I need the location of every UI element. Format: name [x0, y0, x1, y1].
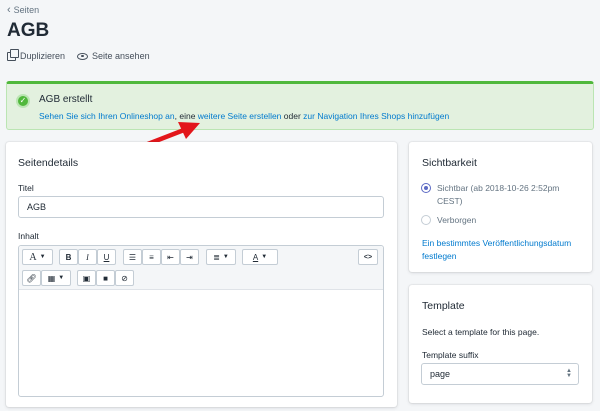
- page-title: AGB: [7, 20, 50, 41]
- video-icon: ■: [103, 273, 108, 283]
- duplicate-label: Duplizieren: [20, 51, 66, 61]
- outdent-button[interactable]: ⇤: [161, 249, 180, 265]
- banner-text: Sehen Sie sich Ihren Onlineshop an, eine…: [39, 111, 449, 121]
- visible-option[interactable]: Sichtbar (ab 2018-10-26 2:52pm CEST): [421, 182, 581, 208]
- select-arrows-icon: ▲ ▼: [566, 368, 572, 379]
- clear-format-icon: ⊘: [121, 273, 128, 283]
- visible-option-label: Sichtbar (ab 2018-10-26 2:52pm CEST): [437, 183, 560, 206]
- editor-toolbar: A ▼ B I U ☰ ≡ ⇤ ⇥ ≣ ▼ A ▼ <> 🔗︎ ▦ ▼ ▣ ■ ⊘: [19, 246, 383, 290]
- chevron-left-icon: ‹: [7, 3, 11, 16]
- html-source-button[interactable]: <>: [358, 249, 378, 265]
- caret-down-icon: ▼: [222, 254, 229, 260]
- list-numbered-icon: ≡: [149, 252, 154, 262]
- banner-title: AGB erstellt: [39, 94, 93, 105]
- font-icon: A: [29, 251, 37, 263]
- template-suffix-label: Template suffix: [422, 350, 479, 360]
- banner-separator: oder: [281, 111, 304, 121]
- hidden-option-label: Verborgen: [437, 215, 477, 225]
- bold-button[interactable]: B: [59, 249, 78, 265]
- caret-down-icon: ▼: [39, 254, 46, 260]
- breadcrumb-label: Seiten: [13, 5, 40, 15]
- outdent-icon: ⇤: [167, 252, 174, 262]
- insert-video-button[interactable]: ■: [96, 270, 115, 286]
- insert-table-button[interactable]: ▦ ▼: [41, 270, 71, 286]
- align-button[interactable]: ≣ ▼: [206, 249, 236, 265]
- breadcrumb-back[interactable]: ‹ Seiten: [7, 3, 40, 16]
- indent-button[interactable]: ⇥: [180, 249, 199, 265]
- view-page-button[interactable]: Seite ansehen: [77, 51, 150, 61]
- numbered-list-button[interactable]: ≡: [142, 249, 161, 265]
- content-label: Inhalt: [18, 231, 39, 241]
- duplicate-button[interactable]: Duplizieren: [7, 49, 66, 61]
- checkmark-icon: ✓: [16, 94, 30, 108]
- eye-icon: [77, 52, 89, 60]
- view-page-label: Seite ansehen: [92, 51, 150, 61]
- indent-icon: ⇥: [186, 252, 193, 262]
- code-icon: <>: [363, 253, 373, 261]
- image-icon: ▣: [82, 273, 91, 283]
- visibility-heading: Sichtbarkeit: [422, 157, 477, 169]
- insert-image-button[interactable]: ▣: [77, 270, 96, 286]
- caret-down-icon: ▼: [261, 254, 268, 260]
- set-publish-date-link[interactable]: Ein bestimmtes Veröffentlichungsdatum fe…: [422, 237, 587, 263]
- text-color-icon: A: [252, 252, 259, 262]
- list-bulleted-icon: ☰: [128, 252, 137, 262]
- font-style-button[interactable]: A ▼: [22, 249, 53, 265]
- template-description: Select a template for this page.: [422, 327, 540, 337]
- text-color-button[interactable]: A ▼: [242, 249, 278, 265]
- content-editor[interactable]: A ▼ B I U ☰ ≡ ⇤ ⇥ ≣ ▼ A ▼ <> 🔗︎ ▦ ▼ ▣ ■ ⊘: [18, 245, 384, 397]
- insert-link-button[interactable]: 🔗︎: [22, 270, 41, 286]
- bold-icon: B: [65, 252, 72, 262]
- page-details-heading: Seitendetails: [18, 157, 79, 169]
- template-card: Template Select a template for this page…: [409, 285, 592, 403]
- page-actions: Duplizieren Seite ansehen: [7, 49, 150, 61]
- underline-button[interactable]: U: [97, 249, 116, 265]
- clear-format-button[interactable]: ⊘: [115, 270, 134, 286]
- italic-button[interactable]: I: [78, 249, 97, 265]
- template-suffix-value: page: [430, 369, 451, 379]
- link-icon: 🔗︎: [26, 273, 37, 283]
- title-input-value: AGB: [27, 202, 47, 212]
- title-input[interactable]: AGB: [18, 196, 384, 218]
- caret-down-icon: ▼: [58, 275, 65, 281]
- table-icon: ▦: [47, 273, 56, 283]
- template-suffix-select[interactable]: page ▲ ▼: [421, 363, 579, 385]
- radio-visible[interactable]: [421, 183, 431, 193]
- bullet-list-button[interactable]: ☰: [123, 249, 142, 265]
- visibility-card: Sichtbarkeit Sichtbar (ab 2018-10-26 2:5…: [409, 142, 592, 272]
- hidden-option[interactable]: Verborgen: [421, 214, 476, 227]
- create-page-link[interactable]: weitere Seite erstellen: [198, 111, 282, 121]
- success-banner: ✓ AGB erstellt Sehen Sie sich Ihren Onli…: [6, 81, 594, 130]
- italic-icon: I: [86, 252, 89, 262]
- underline-icon: U: [103, 252, 110, 262]
- template-heading: Template: [422, 300, 465, 312]
- align-icon: ≣: [213, 252, 220, 262]
- title-label: Titel: [18, 183, 34, 193]
- duplicate-icon: [7, 49, 19, 61]
- add-to-navigation-link[interactable]: zur Navigation Ihres Shops hinzufügen: [303, 111, 449, 121]
- radio-hidden[interactable]: [421, 215, 431, 225]
